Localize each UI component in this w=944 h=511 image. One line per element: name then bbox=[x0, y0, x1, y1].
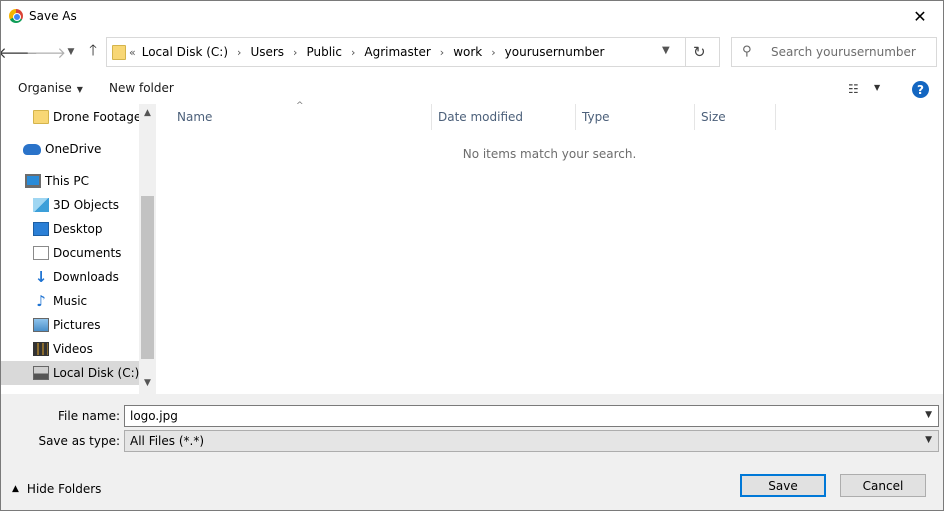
3d-objects-icon bbox=[33, 198, 49, 212]
breadcrumb-work[interactable]: work bbox=[453, 45, 482, 59]
nav-item-videos[interactable]: Videos bbox=[1, 337, 139, 361]
up-button[interactable]: 🡑 bbox=[83, 41, 103, 62]
breadcrumb-agrimaster[interactable]: Agrimaster bbox=[364, 45, 430, 59]
downloads-icon: ↓ bbox=[34, 268, 48, 286]
save-as-type-value: All Files (*.*) bbox=[130, 434, 205, 448]
breadcrumb-users[interactable]: Users bbox=[250, 45, 284, 59]
nav-item-local-disk[interactable]: Local Disk (C:) bbox=[1, 361, 139, 385]
save-as-type-label: Save as type: bbox=[38, 434, 120, 448]
recent-locations-button[interactable]: ▼ bbox=[61, 42, 81, 62]
save-as-dialog: Save As ✕ 🡐 🡒 ▼ 🡑 « Local Disk (C:) › Us… bbox=[0, 0, 944, 511]
nav-item-label: Pictures bbox=[53, 318, 101, 332]
nav-scrollbar[interactable]: ▲ ▼ bbox=[139, 104, 156, 394]
nav-item-label: OneDrive bbox=[45, 142, 102, 156]
breadcrumb-public[interactable]: Public bbox=[306, 45, 342, 59]
chevron-up-icon: ▲ bbox=[12, 484, 19, 494]
nav-item-3d-objects[interactable]: 3D Objects bbox=[1, 193, 139, 217]
hide-folders-button[interactable]: ▲ Hide Folders bbox=[12, 482, 101, 496]
breadcrumb-separator-icon[interactable]: › bbox=[351, 46, 355, 59]
refresh-icon[interactable]: ↻ bbox=[693, 43, 706, 61]
file-name-value: logo.jpg bbox=[130, 409, 178, 423]
chevron-down-icon[interactable]: ▼ bbox=[925, 435, 932, 445]
search-placeholder: Search yourusernumber bbox=[771, 45, 916, 59]
nav-item-documents[interactable]: Documents bbox=[1, 241, 139, 265]
column-header-name[interactable]: Name bbox=[171, 104, 432, 130]
nav-item-onedrive[interactable]: OneDrive bbox=[1, 137, 139, 161]
breadcrumb-separator-icon[interactable]: › bbox=[491, 46, 495, 59]
column-header-date-modified[interactable]: Date modified bbox=[432, 104, 576, 130]
caret-down-icon: ▼ bbox=[76, 85, 83, 94]
nav-item-label: Downloads bbox=[53, 270, 119, 284]
nav-item-label: This PC bbox=[45, 174, 89, 188]
organise-label: Organise bbox=[18, 81, 72, 95]
pictures-icon bbox=[33, 318, 49, 332]
nav-item-pictures[interactable]: Pictures bbox=[1, 313, 139, 337]
window-title: Save As bbox=[29, 9, 77, 23]
search-input[interactable]: ⚲ Search yourusernumber bbox=[731, 37, 937, 67]
videos-icon bbox=[33, 342, 49, 356]
scroll-down-icon[interactable]: ▼ bbox=[139, 378, 156, 388]
nav-item-label: Drone Footage bbox=[53, 110, 142, 124]
forward-button[interactable]: 🡒 bbox=[26, 42, 66, 62]
desktop-icon bbox=[33, 222, 49, 236]
file-name-field[interactable]: logo.jpg ▼ bbox=[124, 405, 939, 427]
close-button[interactable]: ✕ bbox=[897, 1, 943, 32]
breadcrumb-overflow[interactable]: « bbox=[129, 46, 136, 59]
organise-button[interactable]: Organise ▼ bbox=[18, 81, 83, 95]
save-button[interactable]: Save bbox=[740, 474, 826, 497]
breadcrumb-yourusernumber[interactable]: yourusernumber bbox=[505, 45, 605, 59]
save-as-type-select[interactable]: All Files (*.*) ▼ bbox=[124, 430, 939, 452]
scroll-up-icon[interactable]: ▲ bbox=[139, 108, 156, 118]
folder-icon bbox=[112, 45, 126, 60]
column-header-size[interactable]: Size bbox=[695, 104, 776, 130]
address-divider bbox=[685, 38, 686, 66]
navigation-pane: Drone Footage OneDrive This PC 3D Object… bbox=[1, 104, 156, 394]
address-row: 🡐 🡒 ▼ 🡑 « Local Disk (C:) › Users › Publ… bbox=[1, 35, 943, 69]
new-folder-button[interactable]: New folder bbox=[109, 81, 174, 95]
chevron-down-icon[interactable]: ▼ bbox=[662, 45, 670, 56]
chrome-icon bbox=[9, 9, 23, 23]
breadcrumb-separator-icon[interactable]: › bbox=[293, 46, 297, 59]
music-icon: ♪ bbox=[36, 292, 46, 310]
help-icon[interactable]: ? bbox=[912, 81, 929, 98]
nav-item-desktop[interactable]: Desktop bbox=[1, 217, 139, 241]
nav-item-music[interactable]: ♪ Music bbox=[1, 289, 139, 313]
command-bar: Organise ▼ New folder ☷ ▼ ? bbox=[1, 73, 943, 104]
folder-icon bbox=[33, 110, 49, 124]
nav-item-downloads[interactable]: ↓ Downloads bbox=[1, 265, 139, 289]
hide-folders-label: Hide Folders bbox=[26, 482, 102, 496]
nav-item-label: Desktop bbox=[53, 222, 103, 236]
breadcrumb-local-disk[interactable]: Local Disk (C:) bbox=[142, 45, 228, 59]
view-caret-icon[interactable]: ▼ bbox=[874, 83, 880, 92]
chevron-down-icon[interactable]: ▼ bbox=[925, 410, 932, 420]
title-bar[interactable]: Save As ✕ bbox=[1, 1, 943, 32]
view-options-icon[interactable]: ☷ bbox=[848, 82, 859, 96]
breadcrumb: « Local Disk (C:) › Users › Public › Agr… bbox=[129, 45, 604, 59]
file-list-pane[interactable]: ^ Name Date modified Type Size No items … bbox=[156, 101, 943, 394]
onedrive-icon bbox=[23, 143, 41, 155]
nav-item-drone-footage[interactable]: Drone Footage bbox=[1, 105, 142, 129]
nav-item-label: Music bbox=[53, 294, 88, 308]
empty-message: No items match your search. bbox=[462, 147, 637, 161]
nav-item-this-pc[interactable]: This PC bbox=[1, 169, 139, 193]
nav-item-label: 3D Objects bbox=[53, 198, 120, 212]
nav-item-label: Documents bbox=[53, 246, 122, 260]
file-name-label: File name: bbox=[58, 409, 120, 423]
cancel-button[interactable]: Cancel bbox=[840, 474, 926, 497]
nav-item-label: Videos bbox=[53, 342, 93, 356]
breadcrumb-separator-icon[interactable]: › bbox=[237, 46, 241, 59]
column-header-type[interactable]: Type bbox=[576, 104, 695, 130]
search-icon: ⚲ bbox=[742, 44, 752, 59]
address-bar[interactable]: « Local Disk (C:) › Users › Public › Agr… bbox=[106, 37, 720, 67]
scrollbar-thumb[interactable] bbox=[141, 196, 154, 359]
documents-icon bbox=[33, 246, 49, 260]
save-options-panel: File name: logo.jpg ▼ Save as type: All … bbox=[1, 394, 943, 510]
local-disk-icon bbox=[33, 366, 49, 380]
breadcrumb-separator-icon[interactable]: › bbox=[440, 46, 444, 59]
this-pc-icon bbox=[25, 174, 41, 188]
nav-item-label: Local Disk (C:) bbox=[53, 366, 140, 380]
